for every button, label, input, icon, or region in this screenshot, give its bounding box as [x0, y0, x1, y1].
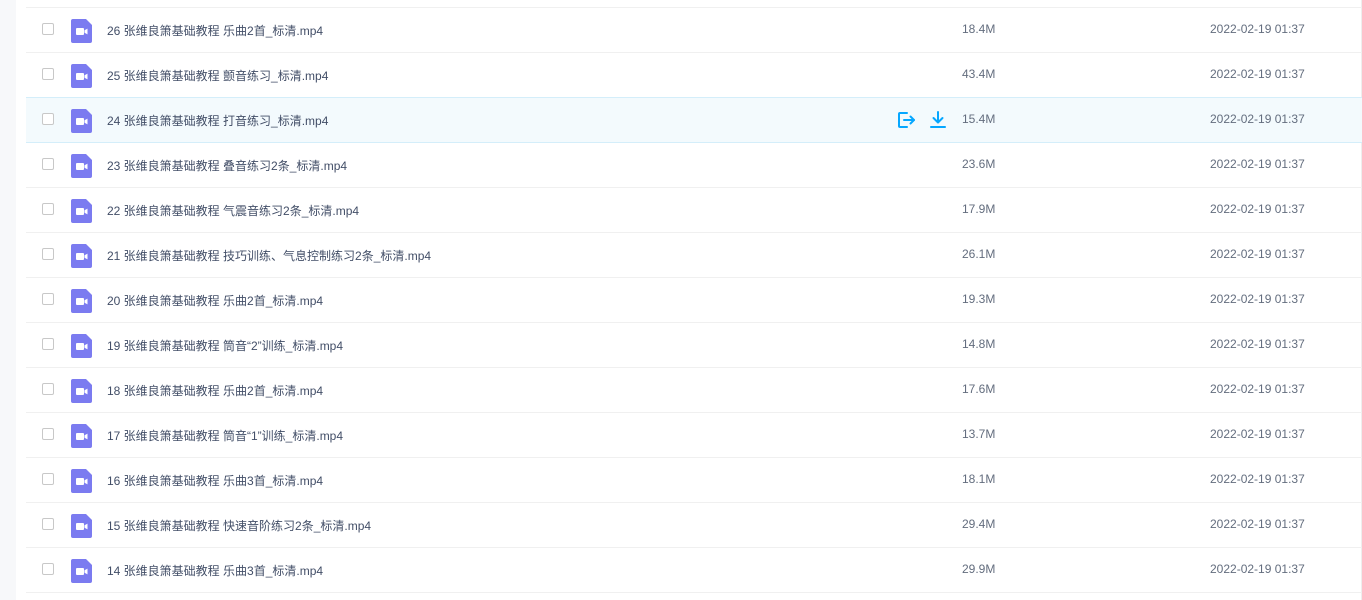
row-checkbox[interactable]: [42, 158, 54, 170]
file-size: 29.4M: [962, 517, 996, 531]
row-checkbox[interactable]: [42, 428, 54, 440]
video-file-icon: [71, 424, 92, 448]
row-checkbox[interactable]: [42, 383, 54, 395]
file-modified-date: 2022-02-19 01:37: [1210, 67, 1305, 81]
file-name[interactable]: 24 张维良箫基础教程 打音练习_标清.mp4: [107, 112, 328, 129]
file-name[interactable]: 17 张维良箫基础教程 筒音“1”训练_标清.mp4: [107, 427, 343, 444]
file-name[interactable]: 20 张维良箫基础教程 乐曲2首_标清.mp4: [107, 292, 323, 309]
file-name[interactable]: 22 张维良箫基础教程 气震音练习2条_标清.mp4: [107, 202, 359, 219]
file-size: 17.6M: [962, 382, 996, 396]
file-name[interactable]: 18 张维良箫基础教程 乐曲2首_标清.mp4: [107, 382, 323, 399]
video-file-icon: [71, 514, 92, 538]
file-size: 26.1M: [962, 247, 996, 261]
file-row[interactable]: 25 张维良箫基础教程 颤音练习_标清.mp4 43.4M 2022-02-19 0…: [26, 53, 1362, 98]
video-file-icon: [71, 244, 92, 268]
row-checkbox[interactable]: [42, 113, 54, 125]
row-checkbox[interactable]: [42, 518, 54, 530]
file-row[interactable]: 18 张维良箫基础教程 乐曲2首_标清.mp4 17.6M 2022-02-19 0…: [26, 368, 1362, 413]
file-modified-date: 2022-02-19 01:37: [1210, 157, 1305, 171]
file-modified-date: 2022-02-19 01:37: [1210, 22, 1305, 36]
video-file-icon: [71, 289, 92, 313]
file-row[interactable]: 22 张维良箫基础教程 气震音练习2条_标清.mp4 17.9M 2022-02-1…: [26, 188, 1362, 233]
row-checkbox[interactable]: [42, 293, 54, 305]
download-icon[interactable]: [928, 110, 948, 130]
file-name[interactable]: 25 张维良箫基础教程 颤音练习_标清.mp4: [107, 67, 328, 84]
file-row[interactable]: 27 张维良箫基础教程 乐曲2首_标清.mp416.2M2022-02-19 0…: [26, 0, 1362, 8]
file-modified-date: 2022-02-19 01:37: [1210, 112, 1305, 126]
file-row[interactable]: 19 张维良箫基础教程 筒音“2”训练_标清.mp4 14.8M 2022-02-1…: [26, 323, 1362, 368]
file-size: 17.9M: [962, 202, 996, 216]
video-file-icon: [71, 154, 92, 178]
row-checkbox[interactable]: [42, 203, 54, 215]
row-checkbox[interactable]: [42, 473, 54, 485]
file-size: 18.4M: [962, 22, 996, 36]
file-row[interactable]: 20 张维良箫基础教程 乐曲2首_标清.mp4 19.3M 2022-02-19 0…: [26, 278, 1362, 323]
share-export-icon[interactable]: [896, 110, 916, 130]
file-modified-date: 2022-02-19 01:37: [1210, 562, 1305, 576]
file-name[interactable]: 15 张维良箫基础教程 快速音阶练习2条_标清.mp4: [107, 517, 371, 534]
file-name[interactable]: 21 张维良箫基础教程 技巧训练、气息控制练习2条_标清.mp4: [107, 247, 431, 264]
video-file-icon: [71, 559, 92, 583]
file-size: 13.7M: [962, 427, 996, 441]
video-file-icon: [71, 379, 92, 403]
file-modified-date: 2022-02-19 01:37: [1210, 472, 1305, 486]
row-checkbox[interactable]: [42, 23, 54, 35]
row-checkbox[interactable]: [42, 248, 54, 260]
file-row[interactable]: 16 张维良箫基础教程 乐曲3首_标清.mp4 18.1M 2022-02-19 0…: [26, 458, 1362, 503]
file-row[interactable]: 15 张维良箫基础教程 快速音阶练习2条_标清.mp4 29.4M 2022-02-…: [26, 503, 1362, 548]
file-name[interactable]: 23 张维良箫基础教程 叠音练习2条_标清.mp4: [107, 157, 347, 174]
left-gutter: [0, 0, 16, 600]
row-checkbox[interactable]: [42, 68, 54, 80]
file-size: 29.9M: [962, 562, 996, 576]
file-row[interactable]: 17 张维良箫基础教程 筒音“1”训练_标清.mp4 13.7M 2022-02-1…: [26, 413, 1362, 458]
file-name[interactable]: 16 张维良箫基础教程 乐曲3首_标清.mp4: [107, 472, 323, 489]
file-name[interactable]: 26 张维良箫基础教程 乐曲2首_标清.mp4: [107, 22, 323, 39]
row-checkbox[interactable]: [42, 563, 54, 575]
file-row[interactable]: 24 张维良箫基础教程 打音练习_标清.mp4 15.4M 2022-02-19 0…: [26, 97, 1362, 143]
video-file-icon: [71, 109, 92, 133]
file-modified-date: 2022-02-19 01:37: [1210, 337, 1305, 351]
video-file-icon: [71, 64, 92, 88]
file-size: 43.4M: [962, 67, 996, 81]
row-actions: [896, 110, 948, 130]
file-name[interactable]: 19 张维良箫基础教程 筒音“2”训练_标清.mp4: [107, 337, 343, 354]
file-row[interactable]: 21 张维良箫基础教程 技巧训练、气息控制练习2条_标清.mp4 26.1M 202…: [26, 233, 1362, 278]
video-file-icon: [71, 199, 92, 223]
row-checkbox[interactable]: [42, 338, 54, 350]
file-modified-date: 2022-02-19 01:37: [1210, 292, 1305, 306]
file-row[interactable]: 14 张维良箫基础教程 乐曲3首_标清.mp4 29.9M 2022-02-19 0…: [26, 548, 1362, 593]
file-size: 19.3M: [962, 292, 996, 306]
video-file-icon: [71, 334, 92, 358]
file-modified-date: 2022-02-19 01:37: [1210, 517, 1305, 531]
file-modified-date: 2022-02-19 01:37: [1210, 382, 1305, 396]
file-modified-date: 2022-02-19 01:37: [1210, 202, 1305, 216]
file-list: 27 张维良箫基础教程 乐曲2首_标清.mp416.2M2022-02-19 0…: [26, 0, 1362, 593]
video-file-icon: [71, 19, 92, 43]
file-row[interactable]: 26 张维良箫基础教程 乐曲2首_标清.mp4 18.4M 2022-02-19 0…: [26, 8, 1362, 53]
file-size: 18.1M: [962, 472, 996, 486]
file-name[interactable]: 14 张维良箫基础教程 乐曲3首_标清.mp4: [107, 562, 323, 579]
file-size: 15.4M: [962, 112, 996, 126]
file-modified-date: 2022-02-19 01:37: [1210, 247, 1305, 261]
video-file-icon: [71, 469, 92, 493]
file-size: 23.6M: [962, 157, 996, 171]
file-size: 14.8M: [962, 337, 996, 351]
file-row[interactable]: 23 张维良箫基础教程 叠音练习2条_标清.mp4 23.6M 2022-02-19…: [26, 143, 1362, 188]
file-modified-date: 2022-02-19 01:37: [1210, 427, 1305, 441]
